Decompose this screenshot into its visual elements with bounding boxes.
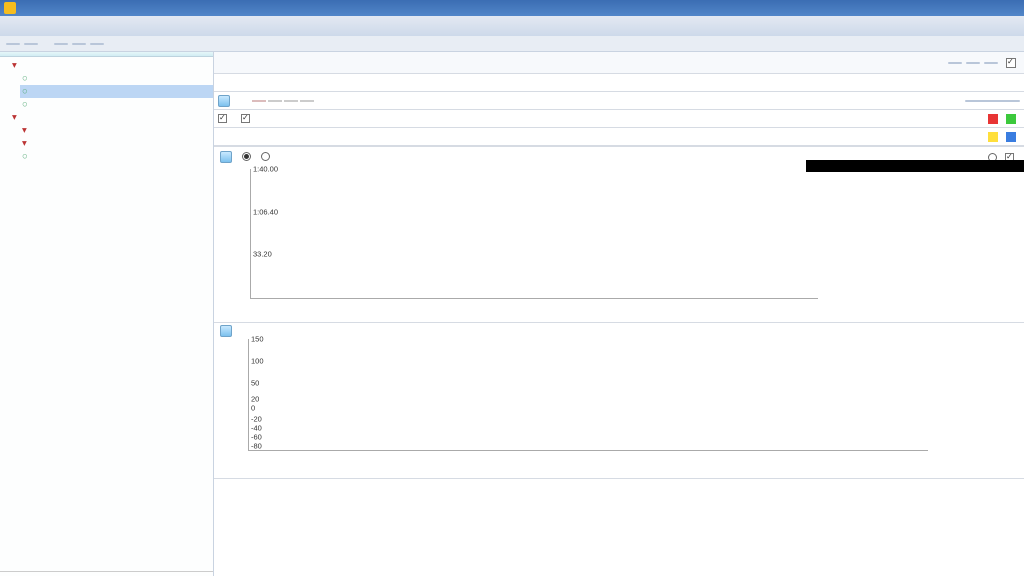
tab-server-farm-health[interactable] <box>6 43 20 45</box>
chk-view-server-type[interactable] <box>241 114 250 123</box>
tab-alerts-dashboard[interactable] <box>252 100 266 102</box>
tab-multi-servers[interactable] <box>268 100 282 102</box>
radio-24h[interactable] <box>242 152 251 161</box>
bar-chart-area[interactable]: 1:40.00 1:06.40 33.20 <box>250 169 818 299</box>
legend-swatch-exceeded <box>988 114 998 124</box>
srv-tiger2[interactable] <box>20 124 213 137</box>
cell-tooltip <box>806 160 1024 172</box>
summary-row-2 <box>214 128 1024 146</box>
interval-select[interactable] <box>965 100 1020 102</box>
toolbar <box>0 36 1024 52</box>
legend-swatch-ok <box>1006 114 1016 124</box>
tab-baseline-analysis[interactable] <box>24 43 38 45</box>
tab-3d[interactable] <box>300 100 314 102</box>
report-icon[interactable] <box>218 95 230 107</box>
app-header <box>0 16 1024 36</box>
legend-swatch-perf <box>1006 132 1016 142</box>
radio-45d[interactable] <box>261 152 270 161</box>
line-chart-area[interactable]: 150 100 50 20 0 -20 -40 -60 -80 <box>248 339 928 451</box>
btn-setup[interactable] <box>966 62 980 64</box>
tab-index-analysis[interactable] <box>72 43 86 45</box>
subtabs <box>214 74 1024 92</box>
srv-apollo1[interactable] <box>20 72 213 85</box>
btn-help[interactable] <box>984 62 998 64</box>
window-titlebar <box>0 0 1024 16</box>
report-icon-3[interactable] <box>220 325 232 337</box>
report-icon-2[interactable] <box>220 151 232 163</box>
sidebar <box>0 52 214 576</box>
srv-apollo1-test[interactable] <box>20 98 213 111</box>
legend-swatch-warn <box>988 132 998 142</box>
chk-view-server-group[interactable] <box>218 114 227 123</box>
summary-row <box>214 110 1024 128</box>
page-header <box>214 52 1024 74</box>
dashboard-tabs <box>214 92 1024 110</box>
srv-tiger2-test[interactable] <box>20 150 213 163</box>
chart-pct-change: 150 100 50 20 0 -20 -40 -60 -80 <box>214 323 1024 479</box>
group-apollo[interactable] <box>10 59 213 72</box>
content: 1:40.00 1:06.40 33.20 150 100 50 <box>214 52 1024 576</box>
srv-apollo1-qa[interactable] <box>20 85 213 98</box>
srv-tiger2-qa[interactable] <box>20 137 213 150</box>
btn-server-farm-alerts[interactable] <box>948 62 962 64</box>
tab-space-analysis[interactable] <box>54 43 68 45</box>
server-tree[interactable] <box>0 57 213 571</box>
group-tiger[interactable] <box>10 111 213 124</box>
datatips-checkbox[interactable] <box>1006 58 1016 68</box>
tab-radar[interactable] <box>284 100 298 102</box>
chart-waits: 1:40.00 1:06.40 33.20 <box>214 147 1024 323</box>
tab-jobs[interactable] <box>90 43 104 45</box>
app-icon <box>4 2 16 14</box>
status-footer <box>0 571 213 576</box>
